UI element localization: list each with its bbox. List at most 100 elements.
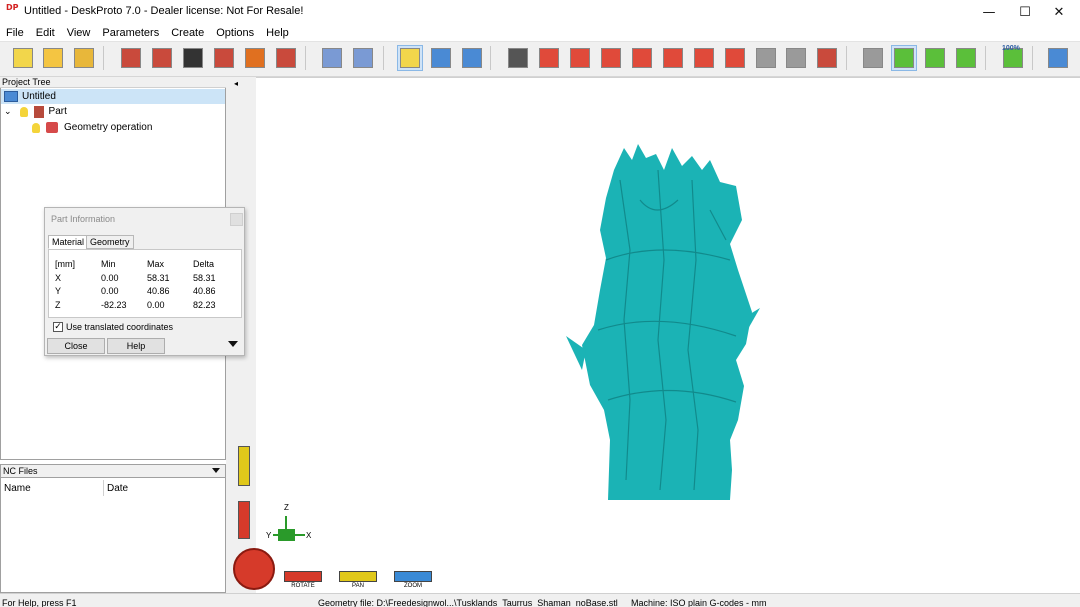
axis-origin-box xyxy=(278,529,295,541)
menu-parameters[interactable]: Parameters xyxy=(102,27,159,39)
render-camera-grey-icon xyxy=(863,48,883,68)
menu-options[interactable]: Options xyxy=(216,27,254,39)
rotate-slider[interactable] xyxy=(238,501,250,539)
zoom-mode-label: ZOOM xyxy=(404,583,422,589)
tree-item-geometry-operation[interactable]: Geometry operation xyxy=(32,120,152,135)
checkbox-label[interactable]: Use translated coordinates xyxy=(66,322,173,332)
zoom-100-label: 100% xyxy=(1002,45,1020,52)
view-front-button[interactable] xyxy=(567,45,593,71)
rotate-mode-button[interactable] xyxy=(284,571,322,582)
render-camera-button[interactable] xyxy=(814,45,840,71)
nc-column-date[interactable]: Date xyxy=(107,483,128,494)
zoom-mode-button[interactable] xyxy=(394,571,432,582)
dropdown-arrow-icon[interactable] xyxy=(212,468,220,473)
tree-item-label: Untitled xyxy=(22,91,56,102)
window-title: Untitled - DeskProto 7.0 - Dealer licens… xyxy=(24,5,304,17)
save-project-button[interactable] xyxy=(71,45,97,71)
view-window-icon xyxy=(462,48,482,68)
view-left-icon xyxy=(632,48,652,68)
image-wizard-button[interactable] xyxy=(180,45,206,71)
expand-dialog-arrow-icon[interactable] xyxy=(228,341,238,347)
export-icon xyxy=(276,48,296,68)
rotate-button[interactable] xyxy=(891,45,917,71)
view-left-button[interactable] xyxy=(629,45,655,71)
layout-button[interactable] xyxy=(428,45,454,71)
menu-create[interactable]: Create xyxy=(171,27,204,39)
3d-model[interactable] xyxy=(560,140,770,505)
collapse-panel-icon[interactable]: ◂ xyxy=(234,79,238,88)
pan-slider[interactable] xyxy=(238,446,250,486)
close-window-button[interactable]: ✕ xyxy=(1036,0,1080,25)
lightbulb-icon[interactable] xyxy=(19,106,28,117)
y-axis-line xyxy=(273,534,279,536)
view-back-button[interactable] xyxy=(598,45,624,71)
new-project-button[interactable] xyxy=(10,45,36,71)
zoom-in-button[interactable] xyxy=(953,45,979,71)
tool-wizard-button[interactable] xyxy=(211,45,237,71)
nc-files-header[interactable]: NC Files xyxy=(0,464,226,478)
menu-view[interactable]: View xyxy=(67,27,91,39)
render-camera-grey-button[interactable] xyxy=(860,45,886,71)
tab-geometry[interactable]: Geometry xyxy=(86,235,134,249)
print-button[interactable] xyxy=(319,45,345,71)
help-button[interactable]: Help xyxy=(107,338,165,354)
table-header-delta: Delta xyxy=(193,259,215,269)
new-project-icon xyxy=(13,48,33,68)
nc-column-name[interactable]: Name xyxy=(4,483,31,494)
rotate-icon xyxy=(894,48,914,68)
camera-button[interactable] xyxy=(505,45,531,71)
tree-item-untitled[interactable]: Untitled xyxy=(1,89,225,104)
wizard-button[interactable] xyxy=(118,45,144,71)
export-button[interactable] xyxy=(273,45,299,71)
menu-file[interactable]: File xyxy=(6,27,24,39)
pan-icon xyxy=(925,48,945,68)
open-project-icon xyxy=(43,48,63,68)
column-divider[interactable] xyxy=(103,480,104,496)
tree-item-part[interactable]: ⌄ Part xyxy=(4,104,67,119)
rotate-mode-label: ROTATE xyxy=(291,583,315,589)
table-cell: 0.00 xyxy=(101,273,119,283)
view-bottom-button[interactable] xyxy=(722,45,748,71)
pan-mode-button[interactable] xyxy=(339,571,377,582)
save-project-icon xyxy=(74,48,94,68)
layout-icon xyxy=(431,48,451,68)
expand-chevron-icon[interactable]: ⌄ xyxy=(4,104,12,119)
close-button[interactable]: Close xyxy=(47,338,105,354)
view-iso-grey-button[interactable] xyxy=(753,45,779,71)
view-back-icon xyxy=(601,48,621,68)
d-wizard-button[interactable] xyxy=(242,45,268,71)
lightbulb-icon[interactable] xyxy=(32,122,40,133)
pan-button[interactable] xyxy=(922,45,948,71)
print-preview-button[interactable] xyxy=(350,45,376,71)
table-cell: 0.00 xyxy=(101,286,119,296)
project-icon xyxy=(4,91,18,102)
x-axis-line xyxy=(295,534,305,536)
dialog-close-icon[interactable] xyxy=(230,213,243,226)
view-iso-button[interactable] xyxy=(536,45,562,71)
nc-files-title: NC Files xyxy=(3,466,38,476)
status-machine: Machine: ISO plain G-codes - mm xyxy=(631,598,767,607)
tab-material[interactable]: Material xyxy=(48,235,89,249)
zoom-100-button[interactable] xyxy=(1045,45,1071,71)
x-axis-label: X xyxy=(306,531,312,540)
open-project-button[interactable] xyxy=(40,45,66,71)
part-wizard-button[interactable] xyxy=(149,45,175,71)
table-header-max: Max xyxy=(147,259,165,269)
project-tree-header: Project Tree xyxy=(0,77,226,88)
part-info-button[interactable] xyxy=(397,45,423,71)
menu-help[interactable]: Help xyxy=(266,27,289,39)
rotate-dial[interactable] xyxy=(233,548,275,590)
view-top-button[interactable] xyxy=(691,45,717,71)
app-logo-icon: DP xyxy=(6,3,19,12)
use-translated-coordinates-checkbox[interactable]: ✓ xyxy=(53,322,63,332)
toolbar-separator xyxy=(103,46,104,70)
part-icon xyxy=(33,105,44,118)
view-window-button[interactable] xyxy=(459,45,485,71)
menu-edit[interactable]: Edit xyxy=(36,27,55,39)
toolbar-separator xyxy=(1032,46,1033,70)
view-right-button[interactable] xyxy=(660,45,686,71)
status-bar: For Help, press F1 Geometry file: D:\Fre… xyxy=(0,593,1080,607)
view-iso-icon xyxy=(539,48,559,68)
view-solid-grey-button[interactable] xyxy=(783,45,809,71)
wizard-icon xyxy=(121,48,141,68)
